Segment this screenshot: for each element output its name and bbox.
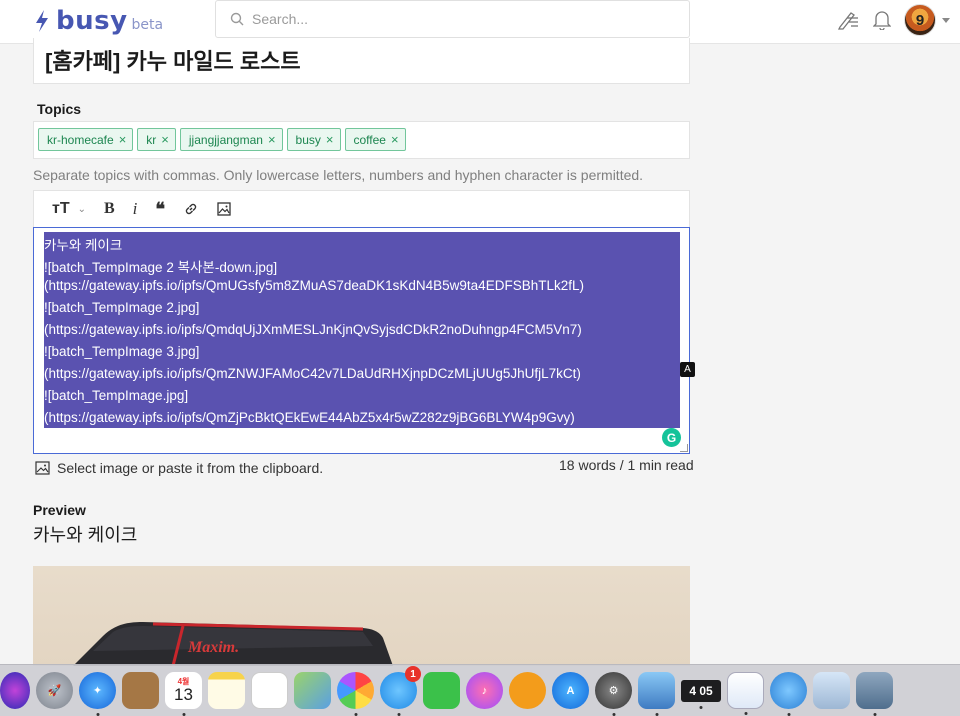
compass-icon: ✦: [92, 685, 103, 697]
close-icon[interactable]: ×: [119, 132, 127, 147]
editor-line: (https://gateway.ipfs.io/ipfs/QmZNWJFAMo…: [44, 366, 581, 381]
macos-dock: 🚀 ✦ 4월 13 1 ♪ A ⚙ 4 05: [0, 664, 960, 716]
busy-logo[interactable]: busy beta: [34, 6, 163, 36]
calendar-day: 13: [174, 685, 193, 704]
image-upload-hint[interactable]: Select image or paste it from the clipbo…: [35, 460, 323, 476]
heading-icon: тT: [52, 200, 70, 217]
preview-title: 카누와 케이크: [33, 525, 138, 545]
lightning-icon: [36, 10, 48, 32]
safari-icon[interactable]: ✦: [79, 672, 116, 716]
editor-line: (https://gateway.ipfs.io/ipfs/QmUGsfy5m8…: [44, 278, 584, 293]
editor-line: 카누와 케이크: [44, 238, 123, 253]
word-count: 18 words / 1 min read: [559, 457, 694, 473]
link-button[interactable]: [183, 201, 199, 217]
coffee-stick-photo: Maxim.: [73, 621, 393, 666]
search-input[interactable]: [252, 11, 652, 27]
migration-assistant-icon[interactable]: [770, 672, 807, 716]
app-store-icon[interactable]: A: [552, 672, 589, 709]
editor-line: ![batch_TempImage 2 복사본-down.jpg]: [44, 260, 278, 275]
calendar-icon[interactable]: 4월 13: [165, 672, 202, 716]
preview-image-brand: Maxim.: [187, 639, 239, 656]
editor-line: ![batch_TempImage.jpg]: [44, 388, 189, 403]
notifications-bell-icon[interactable]: [870, 8, 894, 32]
italic-button[interactable]: i: [133, 199, 138, 219]
topic-tag-label: kr: [146, 132, 157, 147]
editor-line: ![batch_TempImage 3.jpg]: [44, 344, 200, 359]
finder-window-icon[interactable]: [638, 672, 675, 716]
post-body-editor[interactable]: 카누와 케이크 ![batch_TempImage 2 복사본-down.jpg…: [33, 227, 690, 454]
topic-tag-label: kr-homecafe: [47, 132, 114, 147]
preview-image: Maxim.: [33, 566, 690, 666]
topic-tag[interactable]: kr-homecafe ×: [38, 128, 134, 151]
macos-installer-icon[interactable]: [813, 672, 850, 709]
logo-name: busy: [56, 6, 128, 36]
topic-tag[interactable]: kr ×: [137, 128, 176, 151]
messages-badge: 1: [405, 666, 421, 682]
launchpad-icon[interactable]: 🚀: [36, 672, 73, 709]
avatar-label: 9: [915, 11, 925, 29]
topics-input[interactable]: kr-homecafe × kr × jjangjjangman × busy …: [33, 121, 690, 159]
itunes-icon[interactable]: ♪: [466, 672, 503, 709]
clock-app-icon[interactable]: 4 05: [681, 679, 721, 709]
facetime-icon[interactable]: [423, 672, 460, 709]
gear-icon: ⚙: [608, 685, 619, 697]
logo-beta: beta: [131, 17, 164, 33]
topic-tag[interactable]: busy ×: [286, 128, 341, 151]
preview-app-icon[interactable]: [856, 672, 893, 716]
search-bar[interactable]: [215, 0, 690, 38]
grammarly-icon[interactable]: G: [662, 428, 681, 447]
photos-icon[interactable]: [337, 672, 374, 716]
quote-icon: ❝: [155, 198, 166, 219]
image-icon: [217, 202, 231, 216]
chevron-down-icon: ⌄: [77, 203, 86, 215]
write-post-icon[interactable]: [836, 8, 860, 32]
resize-handle[interactable]: [680, 444, 688, 452]
textedit-icon[interactable]: [727, 672, 764, 715]
topic-tag[interactable]: jjangjjangman ×: [179, 128, 283, 151]
topics-label: Topics: [37, 101, 82, 117]
bold-button[interactable]: B: [104, 200, 115, 218]
editor-line: (https://gateway.ipfs.io/ipfs/QmdqUjJXmM…: [44, 322, 582, 337]
reminders-icon[interactable]: [251, 672, 288, 709]
editor-line: (https://gateway.ipfs.io/ipfs/QmZjPcBktQ…: [44, 410, 575, 425]
insert-image-button[interactable]: [217, 202, 231, 216]
close-icon[interactable]: ×: [161, 132, 169, 147]
user-avatar[interactable]: 9: [904, 4, 936, 36]
post-title-input[interactable]: [홈카페] 카누 마일드 로스트: [33, 38, 690, 84]
topic-tag-label: coffee: [353, 132, 386, 147]
editor-toolbar: тT ⌄ B i ❝: [33, 190, 690, 227]
heading-button[interactable]: тT ⌄: [52, 200, 86, 218]
music-note-icon: ♪: [481, 684, 488, 697]
image-upload-label: Select image or paste it from the clipbo…: [57, 460, 324, 476]
notes-icon[interactable]: [208, 672, 245, 709]
app-store-a-icon: A: [566, 684, 575, 697]
topic-tag-label: jjangjjangman: [188, 132, 263, 147]
link-icon: [185, 203, 197, 215]
close-icon[interactable]: ×: [391, 132, 399, 147]
topic-tag-label: busy: [295, 132, 321, 147]
ibooks-icon[interactable]: [509, 672, 546, 709]
editor-line: ![batch_TempImage 2.jpg]: [44, 300, 200, 315]
preview-label: Preview: [33, 502, 86, 518]
image-icon: [35, 461, 50, 475]
search-icon: [230, 12, 244, 26]
translate-badge-icon[interactable]: A: [680, 362, 695, 377]
close-icon[interactable]: ×: [268, 132, 276, 147]
header-actions: 9: [836, 4, 950, 36]
messages-icon[interactable]: 1: [380, 666, 421, 716]
contacts-icon[interactable]: [122, 672, 159, 709]
rocket-icon: 🚀: [47, 685, 62, 697]
topics-hint: Separate topics with commas. Only lowerc…: [33, 167, 644, 183]
system-preferences-icon[interactable]: ⚙: [595, 672, 632, 716]
close-icon[interactable]: ×: [326, 132, 334, 147]
maps-icon[interactable]: [294, 672, 331, 709]
topic-tag[interactable]: coffee ×: [344, 128, 406, 151]
quote-button[interactable]: ❝: [155, 199, 165, 220]
siri-icon[interactable]: [0, 672, 30, 709]
clock-text: 4 05: [689, 683, 713, 698]
chevron-down-icon[interactable]: [942, 17, 950, 23]
